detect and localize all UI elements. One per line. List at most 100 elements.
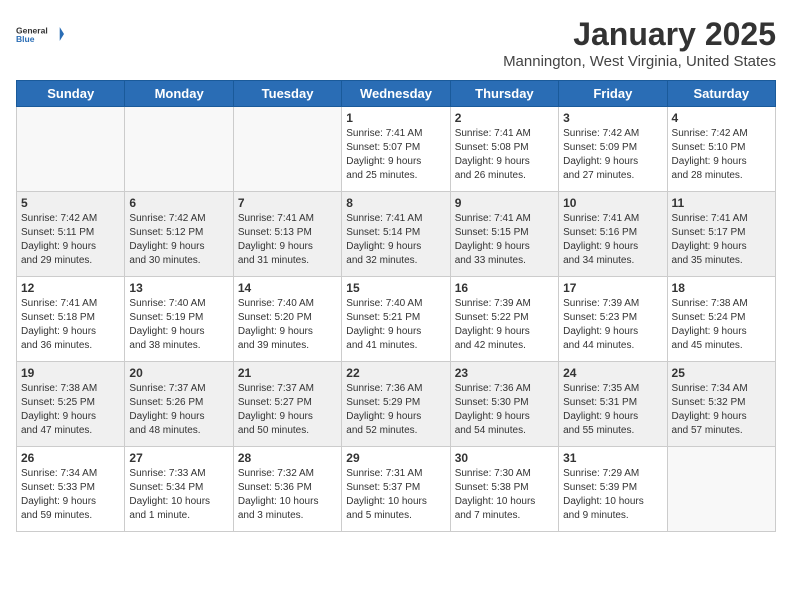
logo: General Blue xyxy=(16,16,64,52)
calendar-cell: 25 Sunrise: 7:34 AM Sunset: 5:32 PM Dayli… xyxy=(667,362,775,447)
calendar-cell: 14 Sunrise: 7:40 AM Sunset: 5:20 PM Dayli… xyxy=(233,277,341,362)
calendar-cell: 21Sunrise: 7:37 AM Sunset: 5:27 PM Dayli… xyxy=(233,362,341,447)
day-number: 16 xyxy=(455,281,554,295)
calendar-cell: 24Sunrise: 7:35 AM Sunset: 5:31 PM Dayli… xyxy=(559,362,667,447)
calendar-week-row: 26 Sunrise: 7:34 AM Sunset: 5:33 PM Dayli… xyxy=(17,447,776,532)
day-number: 24 xyxy=(563,366,662,380)
day-number: 26 xyxy=(21,451,120,465)
day-detail: Sunrise: 7:32 AM Sunset: 5:36 PM Dayligh… xyxy=(238,467,337,523)
calendar-cell: 29Sunrise: 7:31 AM Sunset: 5:37 PM Dayli… xyxy=(342,447,450,532)
day-detail: Sunrise: 7:36 AM Sunset: 5:29 PM Dayligh… xyxy=(346,382,445,438)
day-detail: Sunrise: 7:40 AM Sunset: 5:20 PM Dayligh… xyxy=(238,297,337,353)
day-number: 5 xyxy=(21,196,120,210)
day-detail: Sunrise: 7:40 AM Sunset: 5:21 PM Dayligh… xyxy=(346,297,445,353)
calendar-cell: 28 Sunrise: 7:32 AM Sunset: 5:36 PM Dayli… xyxy=(233,447,341,532)
calendar-cell: 8 Sunrise: 7:41 AM Sunset: 5:14 PM Daylig… xyxy=(342,192,450,277)
weekday-header: Thursday xyxy=(450,81,558,107)
calendar-cell: 27 Sunrise: 7:33 AM Sunset: 5:34 PM Dayli… xyxy=(125,447,233,532)
calendar-table: SundayMondayTuesdayWednesdayThursdayFrid… xyxy=(16,80,776,532)
weekday-header: Tuesday xyxy=(233,81,341,107)
calendar-cell: 7 Sunrise: 7:41 AM Sunset: 5:13 PM Daylig… xyxy=(233,192,341,277)
day-detail: Sunrise: 7:37 AM Sunset: 5:26 PM Dayligh… xyxy=(129,382,228,438)
day-detail: Sunrise: 7:30 AM Sunset: 5:38 PM Dayligh… xyxy=(455,467,554,523)
day-number: 30 xyxy=(455,451,554,465)
calendar-cell: 4Sunrise: 7:42 AM Sunset: 5:10 PM Daylig… xyxy=(667,107,775,192)
weekday-header: Monday xyxy=(125,81,233,107)
calendar-cell: 31Sunrise: 7:29 AM Sunset: 5:39 PM Dayli… xyxy=(559,447,667,532)
page-header: General Blue January 2025 Mannington, We… xyxy=(16,16,776,70)
calendar-cell: 11Sunrise: 7:41 AM Sunset: 5:17 PM Dayli… xyxy=(667,192,775,277)
day-detail: Sunrise: 7:33 AM Sunset: 5:34 PM Dayligh… xyxy=(129,467,228,523)
calendar-cell: 18Sunrise: 7:38 AM Sunset: 5:24 PM Dayli… xyxy=(667,277,775,362)
day-number: 10 xyxy=(563,196,662,210)
calendar-cell: 20 Sunrise: 7:37 AM Sunset: 5:26 PM Dayli… xyxy=(125,362,233,447)
day-number: 22 xyxy=(346,366,445,380)
day-number: 20 xyxy=(129,366,228,380)
calendar-cell: 9 Sunrise: 7:41 AM Sunset: 5:15 PM Daylig… xyxy=(450,192,558,277)
calendar-week-row: 19Sunrise: 7:38 AM Sunset: 5:25 PM Dayli… xyxy=(17,362,776,447)
day-detail: Sunrise: 7:41 AM Sunset: 5:07 PM Dayligh… xyxy=(346,127,445,183)
day-number: 23 xyxy=(455,366,554,380)
calendar-cell: 1 Sunrise: 7:41 AM Sunset: 5:07 PM Daylig… xyxy=(342,107,450,192)
day-number: 12 xyxy=(21,281,120,295)
day-detail: Sunrise: 7:41 AM Sunset: 5:08 PM Dayligh… xyxy=(455,127,554,183)
day-number: 2 xyxy=(455,111,554,125)
day-number: 15 xyxy=(346,281,445,295)
calendar-cell: 26 Sunrise: 7:34 AM Sunset: 5:33 PM Dayli… xyxy=(17,447,125,532)
calendar-cell: 6Sunrise: 7:42 AM Sunset: 5:12 PM Daylig… xyxy=(125,192,233,277)
day-detail: Sunrise: 7:29 AM Sunset: 5:39 PM Dayligh… xyxy=(563,467,662,523)
day-number: 25 xyxy=(672,366,771,380)
calendar-cell: 12 Sunrise: 7:41 AM Sunset: 5:18 PM Dayli… xyxy=(17,277,125,362)
calendar-cell: 30 Sunrise: 7:30 AM Sunset: 5:38 PM Dayli… xyxy=(450,447,558,532)
day-number: 9 xyxy=(455,196,554,210)
day-detail: Sunrise: 7:39 AM Sunset: 5:23 PM Dayligh… xyxy=(563,297,662,353)
day-detail: Sunrise: 7:41 AM Sunset: 5:18 PM Dayligh… xyxy=(21,297,120,353)
calendar-cell: 10 Sunrise: 7:41 AM Sunset: 5:16 PM Dayli… xyxy=(559,192,667,277)
day-number: 17 xyxy=(563,281,662,295)
day-number: 19 xyxy=(21,366,120,380)
day-detail: Sunrise: 7:42 AM Sunset: 5:11 PM Dayligh… xyxy=(21,212,120,268)
day-detail: Sunrise: 7:39 AM Sunset: 5:22 PM Dayligh… xyxy=(455,297,554,353)
day-detail: Sunrise: 7:42 AM Sunset: 5:10 PM Dayligh… xyxy=(672,127,771,183)
day-detail: Sunrise: 7:37 AM Sunset: 5:27 PM Dayligh… xyxy=(238,382,337,438)
calendar-cell: 2 Sunrise: 7:41 AM Sunset: 5:08 PM Daylig… xyxy=(450,107,558,192)
day-detail: Sunrise: 7:34 AM Sunset: 5:32 PM Dayligh… xyxy=(672,382,771,438)
calendar-cell: 19Sunrise: 7:38 AM Sunset: 5:25 PM Dayli… xyxy=(17,362,125,447)
day-detail: Sunrise: 7:41 AM Sunset: 5:16 PM Dayligh… xyxy=(563,212,662,268)
day-detail: Sunrise: 7:41 AM Sunset: 5:14 PM Dayligh… xyxy=(346,212,445,268)
day-number: 14 xyxy=(238,281,337,295)
day-number: 27 xyxy=(129,451,228,465)
day-detail: Sunrise: 7:41 AM Sunset: 5:17 PM Dayligh… xyxy=(672,212,771,268)
weekday-header: Sunday xyxy=(17,81,125,107)
calendar-cell: 16 Sunrise: 7:39 AM Sunset: 5:22 PM Dayli… xyxy=(450,277,558,362)
day-detail: Sunrise: 7:41 AM Sunset: 5:15 PM Dayligh… xyxy=(455,212,554,268)
day-number: 1 xyxy=(346,111,445,125)
day-detail: Sunrise: 7:42 AM Sunset: 5:09 PM Dayligh… xyxy=(563,127,662,183)
day-number: 3 xyxy=(563,111,662,125)
day-detail: Sunrise: 7:34 AM Sunset: 5:33 PM Dayligh… xyxy=(21,467,120,523)
day-detail: Sunrise: 7:41 AM Sunset: 5:13 PM Dayligh… xyxy=(238,212,337,268)
day-number: 28 xyxy=(238,451,337,465)
calendar-cell: 15 Sunrise: 7:40 AM Sunset: 5:21 PM Dayli… xyxy=(342,277,450,362)
day-detail: Sunrise: 7:36 AM Sunset: 5:30 PM Dayligh… xyxy=(455,382,554,438)
calendar-cell: 3 Sunrise: 7:42 AM Sunset: 5:09 PM Daylig… xyxy=(559,107,667,192)
logo-svg: General Blue xyxy=(16,16,64,52)
day-detail: Sunrise: 7:31 AM Sunset: 5:37 PM Dayligh… xyxy=(346,467,445,523)
day-number: 7 xyxy=(238,196,337,210)
day-detail: Sunrise: 7:40 AM Sunset: 5:19 PM Dayligh… xyxy=(129,297,228,353)
calendar-cell xyxy=(17,107,125,192)
weekday-header: Saturday xyxy=(667,81,775,107)
weekday-header: Wednesday xyxy=(342,81,450,107)
location-subtitle: Mannington, West Virginia, United States xyxy=(503,53,776,70)
calendar-cell: 5 Sunrise: 7:42 AM Sunset: 5:11 PM Daylig… xyxy=(17,192,125,277)
calendar-cell: 17 Sunrise: 7:39 AM Sunset: 5:23 PM Dayli… xyxy=(559,277,667,362)
month-title: January 2025 xyxy=(503,16,776,53)
calendar-week-row: 1 Sunrise: 7:41 AM Sunset: 5:07 PM Daylig… xyxy=(17,107,776,192)
calendar-cell xyxy=(233,107,341,192)
calendar-week-row: 5 Sunrise: 7:42 AM Sunset: 5:11 PM Daylig… xyxy=(17,192,776,277)
calendar-week-row: 12 Sunrise: 7:41 AM Sunset: 5:18 PM Dayli… xyxy=(17,277,776,362)
day-number: 8 xyxy=(346,196,445,210)
day-detail: Sunrise: 7:38 AM Sunset: 5:24 PM Dayligh… xyxy=(672,297,771,353)
day-number: 13 xyxy=(129,281,228,295)
calendar-cell: 23 Sunrise: 7:36 AM Sunset: 5:30 PM Dayli… xyxy=(450,362,558,447)
